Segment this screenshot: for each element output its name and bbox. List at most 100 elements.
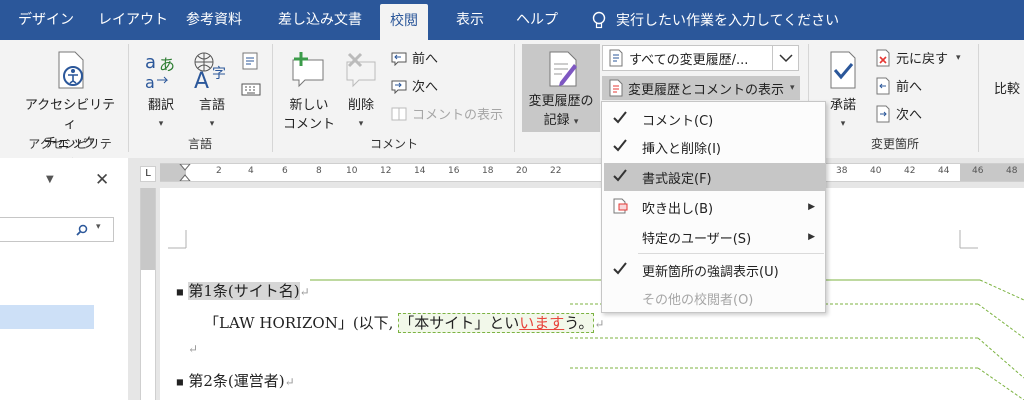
next-comment-icon — [391, 80, 407, 94]
translate-button[interactable]: aあa 翻訳 ▾ — [138, 50, 184, 134]
ruler-tick: 40 — [870, 166, 882, 176]
menu-separator — [638, 253, 824, 254]
tab-layout[interactable]: レイアウト — [98, 0, 168, 40]
track-changes-icon — [549, 51, 577, 87]
display-for-review-select[interactable]: すべての変更履歴/... — [602, 45, 798, 71]
pane-options-icon[interactable]: ▼ — [46, 174, 54, 185]
close-icon[interactable]: ✕ — [95, 170, 109, 190]
delete-comment-icon — [346, 52, 376, 88]
vertical-ruler[interactable] — [140, 188, 156, 400]
new-comment-icon — [292, 52, 324, 88]
ribbon: アクセシビリティ チェック アクセシビリティ aあa 翻訳 ▾ A字 言語 ▾ … — [0, 40, 1024, 168]
checkmark-icon — [613, 111, 627, 124]
body-text: 「LAW HORIZON」(以下, — [204, 314, 394, 332]
accessibility-check-icon — [58, 51, 84, 89]
delete-comment-label: 削除 — [347, 98, 374, 113]
tab-view[interactable]: 表示 — [456, 0, 484, 40]
menu-item-label: その他の校閲者(O) — [642, 292, 754, 308]
article-1-heading[interactable]: ■ 第1条(サイト名)↵ — [176, 280, 310, 301]
menu-item-label: 更新箇所の強調表示(U) — [642, 264, 779, 280]
ruler-tick: 6 — [282, 166, 288, 176]
ruler-margin-top — [141, 188, 155, 270]
display-review-icon — [609, 49, 623, 67]
svg-text:あ: あ — [159, 55, 175, 74]
ruler-tick: 18 — [482, 166, 494, 176]
group-separator — [514, 44, 515, 152]
ruler-tick: 10 — [346, 166, 358, 176]
previous-change-button[interactable]: 前へ — [874, 76, 922, 95]
menu-item-specific-people[interactable]: 特定のユーザー(S) ▶ — [602, 223, 825, 251]
document-page[interactable]: ■ 第1条(サイト名)↵ 「LAW HORIZON」(以下, 「本サイト」といい… — [160, 188, 1024, 400]
accept-button[interactable]: 承諾 ▾ — [820, 50, 866, 134]
svg-text:字: 字 — [212, 66, 226, 82]
new-comment-label-2: コメント — [282, 117, 335, 132]
compare-label: 比較 — [994, 82, 1021, 97]
ruler-tick: 2 — [216, 166, 222, 176]
keyboard-icon[interactable] — [240, 78, 262, 100]
track-changes-button[interactable]: 変更履歴の 記録 ▾ — [522, 44, 600, 132]
previous-comment-button[interactable]: 前へ — [390, 48, 438, 67]
tab-mailings[interactable]: 差し込み文書 — [278, 0, 362, 40]
reject-button[interactable]: 元に戻す ▾ — [874, 48, 961, 67]
svg-text:A: A — [194, 69, 209, 90]
ruler-tick: 20 — [516, 166, 528, 176]
menu-item-other-authors[interactable]: その他の校閲者(O) — [602, 284, 825, 312]
inserted-text: います — [519, 314, 565, 332]
show-markup-label: 変更履歴とコメントの表示 — [628, 82, 785, 98]
next-comment-label: 次へ — [412, 80, 439, 95]
submenu-arrow-icon: ▶ — [808, 202, 815, 212]
previous-comment-icon — [391, 52, 407, 66]
ruler-tick: 22 — [550, 166, 562, 176]
search-document-input[interactable]: ▾ — [0, 217, 114, 242]
navigation-pane: ▼ ✕ ▾ — [0, 158, 128, 400]
new-comment-label-1: 新しい — [289, 98, 329, 113]
body-text-end: う。 — [564, 314, 594, 332]
next-change-label: 次へ — [896, 108, 923, 123]
next-comment-button[interactable]: 次へ — [390, 76, 438, 95]
display-for-review-dropdown[interactable] — [772, 45, 799, 71]
show-markup-menu: コメント(C) 挿入と削除(I) 書式設定(F) 吹き出し(B) ▶ 特定のユー… — [601, 101, 826, 313]
tab-review[interactable]: 校閲 — [380, 4, 428, 40]
compare-button[interactable]: 比較 — [994, 80, 1024, 99]
word-count-icon[interactable] — [240, 50, 262, 72]
tab-selector[interactable]: L — [140, 166, 156, 182]
horizontal-ruler[interactable]: 2 4 6 8 10 12 14 16 18 20 22 38 40 42 44… — [160, 163, 1024, 182]
previous-change-icon — [876, 77, 890, 94]
chevron-down-icon — [778, 54, 793, 63]
ribbon-tab-bar: デザイン レイアウト 参考資料 差し込み文書 校閲 表示 ヘルプ 実行したい作業… — [0, 0, 1024, 40]
new-comment-button[interactable]: 新しい コメント — [282, 50, 336, 134]
article-2-heading[interactable]: ■ 第2条(運営者)↵ — [176, 370, 295, 391]
delete-comment-button[interactable]: 削除 ▾ — [338, 50, 384, 134]
article-2-text: 第2条(運営者) — [188, 372, 285, 390]
tell-me-box[interactable]: 実行したい作業を入力してください — [592, 0, 839, 40]
group-label-language: 言語 — [187, 137, 212, 151]
display-for-review-value: すべての変更履歴/... — [629, 52, 749, 68]
body-text-changed: 「本サイト」とい — [399, 314, 520, 332]
ruler-tick: 4 — [248, 166, 254, 176]
tab-references[interactable]: 参考資料 — [186, 0, 242, 40]
menu-item-highlight-updates[interactable]: 更新箇所の強調表示(U) — [602, 256, 825, 284]
ruler-tick: 12 — [380, 166, 392, 176]
show-comments-icon — [391, 107, 407, 120]
menu-item-formatting[interactable]: 書式設定(F) — [604, 163, 825, 191]
menu-item-balloons[interactable]: 吹き出し(B) ▶ — [602, 193, 825, 221]
search-options-icon[interactable]: ▾ — [96, 222, 101, 232]
menu-item-label: 挿入と削除(I) — [642, 141, 721, 157]
language-button[interactable]: A字 言語 ▾ — [188, 50, 236, 134]
ruler-tick: 14 — [414, 166, 426, 176]
menu-item-label: 特定のユーザー(S) — [642, 231, 752, 247]
group-label-comments: コメント — [369, 137, 418, 151]
show-comments-button[interactable]: コメントの表示 — [390, 104, 503, 123]
show-markup-button[interactable]: 変更履歴とコメントの表示 ▾ — [602, 76, 800, 100]
svg-text:a: a — [145, 52, 156, 73]
previous-comment-label: 前へ — [412, 52, 439, 67]
menu-item-insertions-deletions[interactable]: 挿入と削除(I) — [602, 133, 825, 161]
indent-marker-icon[interactable] — [178, 164, 192, 181]
article-1-body[interactable]: 「LAW HORIZON」(以下, 「本サイト」といいますう。↵ — [204, 312, 604, 333]
show-markup-icon — [609, 79, 623, 97]
menu-item-comments[interactable]: コメント(C) — [602, 105, 825, 133]
nav-selected-heading[interactable] — [0, 305, 94, 329]
tab-design[interactable]: デザイン — [18, 0, 74, 40]
tab-help[interactable]: ヘルプ — [516, 0, 558, 40]
next-change-button[interactable]: 次へ — [874, 104, 922, 123]
